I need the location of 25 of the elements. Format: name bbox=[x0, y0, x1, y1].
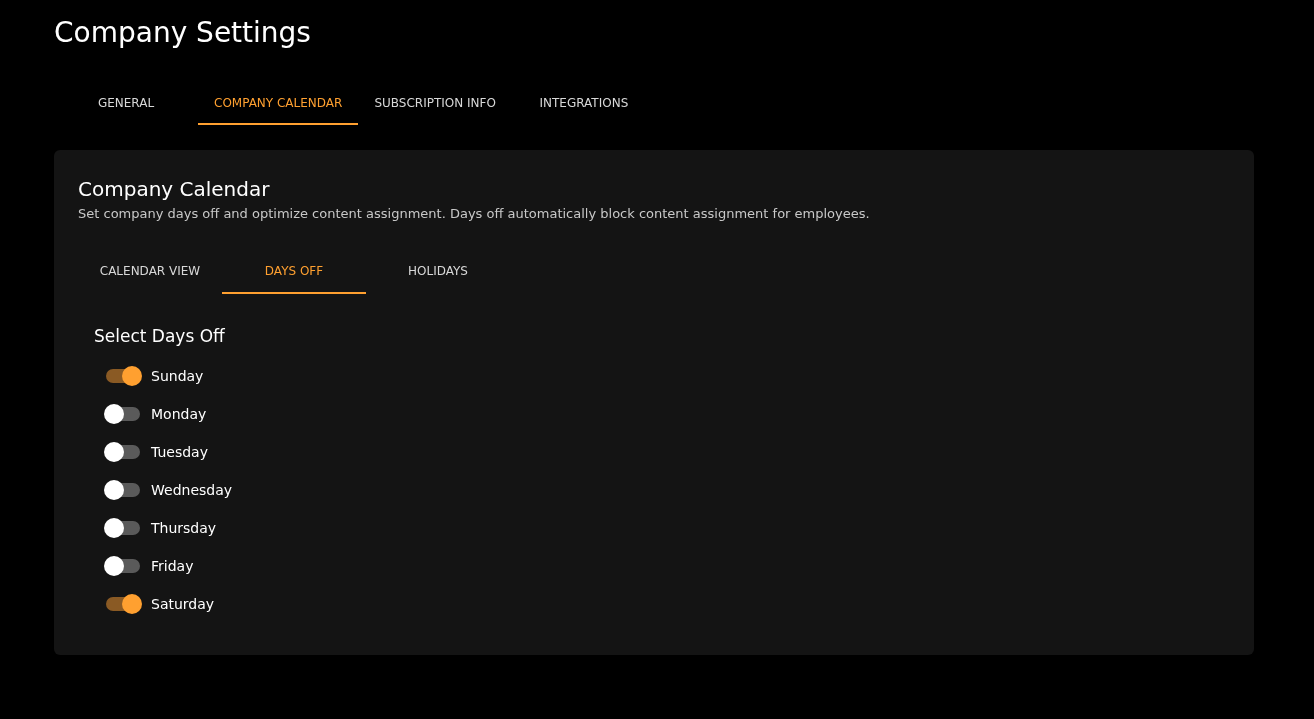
toggle-switch[interactable] bbox=[104, 555, 142, 577]
tab[interactable]: SUBSCRIPTION INFO bbox=[358, 83, 512, 125]
toggle-switch[interactable] bbox=[104, 517, 142, 539]
day-label: Friday bbox=[151, 556, 194, 576]
toggle-switch[interactable] bbox=[104, 441, 142, 463]
tab[interactable]: CALENDAR VIEW bbox=[78, 249, 222, 294]
card-title: Company Calendar bbox=[78, 176, 271, 202]
day-label: Saturday bbox=[151, 594, 215, 614]
day-label: Tuesday bbox=[151, 442, 208, 462]
toggle-switch[interactable] bbox=[104, 365, 142, 387]
tab[interactable]: GENERAL bbox=[54, 83, 198, 125]
day-label: Sunday bbox=[151, 366, 204, 386]
tab[interactable]: INTEGRATIONS bbox=[511, 83, 656, 125]
section-title: Select Days Off bbox=[94, 324, 226, 348]
tab[interactable]: COMPANY CALENDAR bbox=[198, 83, 359, 125]
toggle-switch[interactable] bbox=[104, 479, 142, 501]
toggle-switch[interactable] bbox=[104, 403, 142, 425]
day-label: Wednesday bbox=[151, 480, 233, 500]
tab[interactable]: HOLIDAYS bbox=[366, 249, 510, 294]
page-title: Company Settings bbox=[54, 16, 312, 50]
day-label: Thursday bbox=[151, 518, 217, 538]
tab[interactable]: DAYS OFF bbox=[222, 249, 366, 294]
toggle-switch[interactable] bbox=[104, 593, 142, 615]
card-description: Set company days off and optimize content assignment. Days off automatically block content assignment for employees. bbox=[78, 205, 871, 223]
day-label: Monday bbox=[151, 404, 207, 424]
